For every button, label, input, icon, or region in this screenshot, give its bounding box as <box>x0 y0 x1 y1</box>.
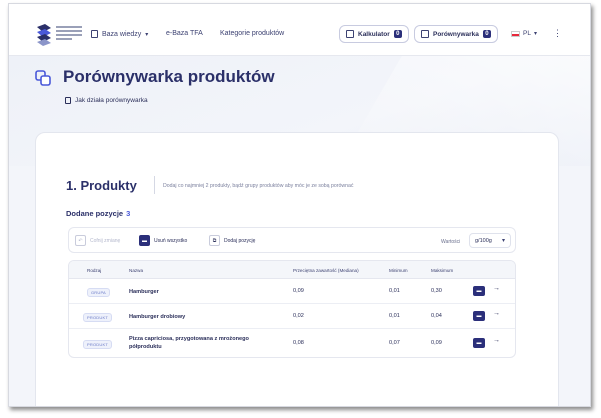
logo-mark-icon <box>37 24 51 46</box>
added-items-label: Dodane pozycje <box>66 209 124 218</box>
header-type: Rodzaj <box>87 268 102 273</box>
nav-knowledge-base-label: Baza wiedzy <box>102 30 142 38</box>
top-navigation: Baza wiedzy ▾ e-Baza TFA Kategorie produ… <box>9 4 590 56</box>
median-value: 0,08 <box>293 340 304 346</box>
remove-row-button[interactable]: ▬ <box>473 338 485 348</box>
calculator-label: Kalkulator <box>358 30 390 38</box>
median-value: 0,02 <box>293 313 304 319</box>
product-name: Pizza capriciosa, przygotowana z mrożone… <box>129 336 249 350</box>
section-description: Dodaj co najmniej 2 produkty, bądź grupy… <box>163 183 354 189</box>
added-items-heading: Dodane pozycje 3 <box>66 209 130 218</box>
logo-wordmark <box>56 26 82 42</box>
header-median: Przeciętna zawartość (Mediana) <box>293 268 359 273</box>
nav-ebaza-label: e-Baza TFA <box>166 30 203 37</box>
how-it-works-label: Jak działa porównywarka <box>75 97 148 104</box>
arrow-right-icon[interactable]: → <box>493 337 500 344</box>
type-badge: PRODUKT <box>83 313 112 322</box>
min-value: 0,07 <box>389 340 400 346</box>
nav-product-categories[interactable]: Kategorie produktów <box>220 30 284 37</box>
trash-icon: ▬ <box>139 235 150 246</box>
max-value: 0,09 <box>431 340 442 346</box>
remove-all-label: Usuń wszystko <box>154 237 188 244</box>
compare-button[interactable]: Porównywarka 0 <box>414 25 498 43</box>
remove-all-button[interactable]: ▬ Usuń wszystko <box>139 235 187 246</box>
add-item-button[interactable]: ⧉ Dodaj pozycję <box>209 235 255 246</box>
product-name: Hamburger drobiowy <box>129 314 186 320</box>
product-name: Hamburger <box>129 289 159 295</box>
poland-flag-icon <box>511 30 520 37</box>
chevron-down-icon: ▾ <box>145 31 149 38</box>
max-value: 0,30 <box>431 288 442 294</box>
arrow-right-icon[interactable]: → <box>493 285 500 292</box>
units-value: g/100g <box>475 237 492 244</box>
language-label: PL <box>523 30 531 37</box>
added-items-count: 3 <box>126 209 131 218</box>
table-row: PRODUKT Hamburger drobiowy 0,02 0,01 0,0… <box>69 304 515 329</box>
table-row: PRODUKT Pizza capriciosa, przygotowana z… <box>69 329 515 357</box>
items-toolbar: ↶ Cofnij zmianę ▬ Usuń wszystko ⧉ Dodaj … <box>68 227 516 253</box>
language-selector[interactable]: PL ▾ <box>511 30 537 37</box>
add-item-label: Dodaj pozycję <box>224 237 256 244</box>
section-divider <box>154 176 155 194</box>
remove-row-button[interactable]: ▬ <box>473 286 485 296</box>
logo[interactable] <box>34 23 84 47</box>
compare-icon <box>35 70 51 86</box>
chevron-down-icon: ▾ <box>533 31 537 37</box>
nav-categories-label: Kategorie produktów <box>220 30 285 37</box>
header-min: Minimum <box>389 268 408 273</box>
calculator-icon <box>346 30 354 38</box>
undo-label: Cofnij zmianę <box>90 237 121 244</box>
chevron-down-icon: ▾ <box>501 238 505 244</box>
units-select[interactable]: g/100g ▾ <box>469 233 511 248</box>
section-title: 1. Produkty <box>66 178 137 193</box>
arrow-right-icon[interactable]: → <box>493 310 500 317</box>
type-badge: PRODUKT <box>83 340 112 349</box>
nav-knowledge-base[interactable]: Baza wiedzy ▾ <box>91 30 148 38</box>
page-title: Porównywarka produktów <box>63 67 275 86</box>
compare-label: Porównywarka <box>433 30 479 38</box>
median-value: 0,09 <box>293 288 304 294</box>
type-badge: GRUPA <box>87 288 110 297</box>
table-header: Rodzaj Nazwa Przeciętna zawartość (Media… <box>69 261 515 279</box>
header-name: Nazwa <box>129 268 144 273</box>
table-row: GRUPA Hamburger 0,09 0,01 0,30 ▬ → <box>69 279 515 304</box>
header-max: Maksimum <box>431 268 454 273</box>
max-value: 0,04 <box>431 313 442 319</box>
calculator-count-badge: 0 <box>393 30 402 38</box>
book-icon <box>65 97 71 104</box>
compare-icon <box>421 30 429 38</box>
min-value: 0,01 <box>389 288 400 294</box>
undo-button[interactable]: ↶ Cofnij zmianę <box>75 235 120 246</box>
calculator-button[interactable]: Kalkulator 0 <box>339 25 409 43</box>
book-icon <box>91 30 98 38</box>
add-compare-icon: ⧉ <box>209 235 220 246</box>
products-table: Rodzaj Nazwa Przeciętna zawartość (Media… <box>68 260 516 358</box>
how-it-works-link[interactable]: Jak działa porównywarka <box>65 97 148 104</box>
undo-icon: ↶ <box>75 235 86 246</box>
compare-count-badge: 0 <box>482 30 491 38</box>
more-menu-icon[interactable]: ⋮ <box>553 28 562 39</box>
units-label: Wartości <box>441 239 461 245</box>
remove-row-button[interactable]: ▬ <box>473 311 485 321</box>
min-value: 0,01 <box>389 313 400 319</box>
nav-ebaza-tfa[interactable]: e-Baza TFA <box>166 30 203 37</box>
